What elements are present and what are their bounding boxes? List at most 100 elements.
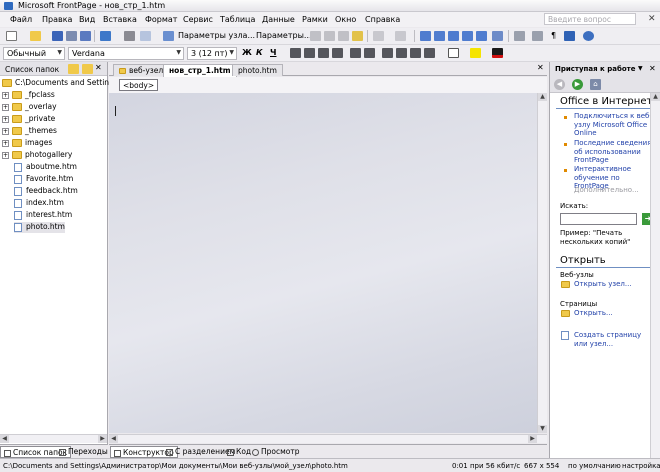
folder-item[interactable]: + _themes [2,126,57,137]
preview-icon[interactable] [140,31,151,41]
undo-icon[interactable] [373,31,384,41]
more-link[interactable]: Дополнительно... [574,186,654,195]
scroll-left-icon[interactable]: ◀ [0,435,9,443]
tab-website[interactable]: веб-узел [113,64,170,76]
params-button[interactable]: Параметры... [256,31,312,40]
editor-vertical-scrollbar[interactable]: ▲ ▼ [537,93,547,433]
copy-icon[interactable] [324,31,335,41]
menu-table[interactable]: Таблица [220,15,255,24]
font-select[interactable]: Verdana ▼ [68,47,184,60]
insert-table-alt-icon[interactable] [448,31,459,41]
toggle-pane-icon[interactable] [100,31,111,41]
open-page-link[interactable]: Открыть... [574,309,654,318]
tab-photo[interactable]: photo.htm [232,64,283,76]
task-pane-header[interactable]: Приступая к работе ▼ ✕ [550,62,660,76]
font-shrink-icon[interactable] [364,48,375,58]
format-painter-icon[interactable] [352,31,363,41]
menu-view[interactable]: Вид [79,15,95,24]
menu-frames[interactable]: Рамки [302,15,328,24]
refresh-icon[interactable] [532,31,543,41]
task-pane-scrollbar[interactable]: ▲ [650,93,660,458]
menu-format[interactable]: Формат [145,15,177,24]
file-item[interactable]: interest.htm [14,210,72,221]
print-icon[interactable] [124,31,135,41]
search-input[interactable] [560,213,637,225]
help-icon[interactable] [583,31,594,41]
close-pane-icon[interactable]: ✕ [95,63,102,72]
scroll-left-icon[interactable]: ◀ [109,435,118,443]
justify-icon[interactable] [332,48,343,58]
file-item[interactable]: Favorite.htm [14,174,73,185]
size-select[interactable]: 3 (12 пт) ▼ [187,47,237,60]
web-component-icon[interactable] [476,31,487,41]
back-icon[interactable]: ◀ [554,79,565,90]
increase-indent-icon[interactable] [424,48,435,58]
save-icon[interactable] [52,31,63,41]
publish-icon[interactable] [80,31,91,41]
folder-item[interactable]: + images [2,138,52,149]
forward-icon[interactable]: ▶ [572,79,583,90]
menu-edit[interactable]: Правка [42,15,72,24]
body-tag[interactable]: <body> [119,79,159,91]
menu-help[interactable]: Справка [365,15,400,24]
chevron-down-icon[interactable]: ▼ [638,65,643,72]
file-item-selected[interactable]: photo.htm [14,222,65,233]
file-item[interactable]: index.htm [14,198,64,209]
folder-item[interactable]: + _overlay [2,102,57,113]
file-item[interactable]: aboutme.htm [14,162,77,173]
expand-icon[interactable]: + [2,115,9,123]
help-question-input[interactable]: Введите вопрос [544,13,636,25]
close-document-icon[interactable]: ✕ [648,14,656,24]
menu-insert[interactable]: Вставка [103,15,137,24]
font-grow-icon[interactable] [350,48,361,58]
open-site-link[interactable]: Открыть узел... [574,280,654,289]
site-params-button[interactable]: Параметры узла... [178,31,255,40]
show-all-icon[interactable]: ¶ [551,31,556,40]
scroll-up-icon[interactable]: ▲ [538,93,547,101]
open-folder-icon[interactable] [30,31,41,41]
scroll-right-icon[interactable]: ▶ [98,435,107,443]
menu-data[interactable]: Данные [262,15,295,24]
file-item[interactable]: feedback.htm [14,186,78,197]
scroll-down-icon[interactable]: ▼ [538,425,547,433]
close-tab-icon[interactable]: ✕ [537,63,544,72]
borders-icon[interactable] [448,48,459,58]
insert-layer-icon[interactable] [420,31,431,41]
folder-item[interactable]: + _fpclass [2,90,55,101]
expand-icon[interactable]: + [2,127,9,135]
highlight-icon[interactable] [470,48,481,58]
insert-picture-icon[interactable] [462,31,473,41]
tab-navigation[interactable]: Переходы [56,446,111,458]
cut-icon[interactable] [310,31,321,41]
align-center-icon[interactable] [304,48,315,58]
menu-file[interactable]: Файл [10,15,32,24]
expand-icon[interactable]: + [2,91,9,99]
tab-new-page[interactable]: нов_стр_1.htm [163,64,237,77]
home-icon[interactable]: ⌂ [590,79,601,90]
folder-horizontal-scrollbar[interactable]: ◀ ▶ [0,434,107,443]
close-pane-icon[interactable]: ✕ [649,64,656,73]
folder-item[interactable]: + photogallery [2,150,72,161]
style-select[interactable]: Обычный ▼ [3,47,65,60]
expand-icon[interactable]: + [2,139,9,147]
scroll-right-icon[interactable]: ▶ [528,435,537,443]
insert-table-icon[interactable] [434,31,445,41]
redo-icon[interactable] [395,31,406,41]
italic-button[interactable]: К [256,48,263,57]
editor-horizontal-scrollbar[interactable]: ◀ ▶ [109,434,547,443]
expand-icon[interactable]: + [2,103,9,111]
create-page-link[interactable]: Создать страницу или узел... [574,331,654,348]
menu-window[interactable]: Окно [335,15,356,24]
bold-button[interactable]: Ж [242,48,252,57]
new-page-icon[interactable] [6,31,17,41]
folder-open-icon[interactable] [82,64,93,74]
paste-icon[interactable] [338,31,349,41]
underline-button[interactable]: Ч [270,48,276,57]
menu-tools[interactable]: Сервис [183,15,213,24]
latest-news-link[interactable]: Последние сведения об использовании Fron… [574,139,654,165]
anchor-icon[interactable] [564,31,575,41]
bulleted-list-icon[interactable] [396,48,407,58]
font-color-icon[interactable] [492,48,503,58]
scroll-up-icon[interactable]: ▲ [651,93,660,101]
folder-item[interactable]: + _private [2,114,55,125]
